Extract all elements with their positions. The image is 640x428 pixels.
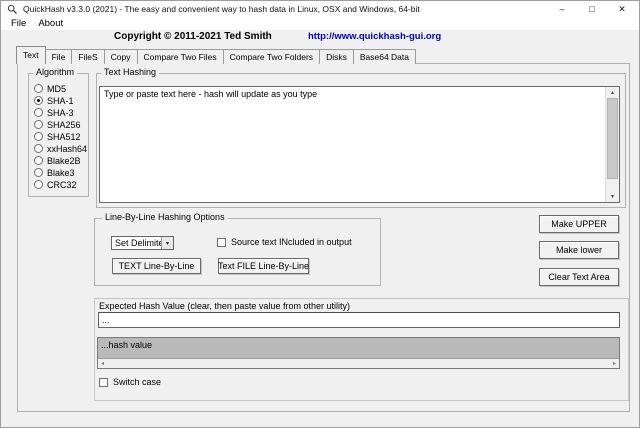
radio-icon <box>34 180 43 189</box>
website-link[interactable]: http://www.quickhash-gui.org <box>308 31 441 42</box>
expected-hash-label: Expected Hash Value (clear, then paste v… <box>99 301 350 311</box>
text-input-content: Type or paste text here - hash will upda… <box>104 89 318 99</box>
chevron-down-icon[interactable]: ▾ <box>161 237 173 249</box>
tab-compare-two-files[interactable]: Compare Two Files <box>136 49 224 64</box>
checkbox-icon <box>217 237 226 247</box>
tab-disks[interactable]: Disks <box>319 49 354 64</box>
text-file-line-by-line-button[interactable]: Text FILE Line-By-Line <box>218 258 309 274</box>
title-bar: QuickHash v3.3.0 (2021) - The easy and c… <box>1 1 639 17</box>
include-source-checkbox[interactable]: Source text INcluded in output <box>217 237 352 247</box>
radio-icon <box>34 144 43 153</box>
radio-icon <box>34 120 43 129</box>
line-by-line-groupbox <box>94 218 381 286</box>
algorithm-radio-list: MD5 SHA-1 SHA-3 SHA256 SHA512 xxHash64 B… <box>34 83 88 190</box>
tab-files[interactable]: FileS <box>71 49 105 64</box>
radio-label: MD5 <box>47 83 67 94</box>
hash-value-cell[interactable]: ...hash value <box>98 338 619 359</box>
hash-result-grid[interactable]: ...hash value ◂ ▸ <box>97 337 620 369</box>
radio-blake2b[interactable]: Blake2B <box>34 155 87 166</box>
radio-label: SHA512 <box>47 131 81 142</box>
menu-item-file[interactable]: File <box>5 17 32 30</box>
menu-item-about[interactable]: About <box>32 17 69 30</box>
switch-case-checkbox[interactable]: Switch case <box>99 377 161 387</box>
radio-crc32[interactable]: CRC32 <box>34 179 87 190</box>
radio-sha-3[interactable]: SHA-3 <box>34 107 87 118</box>
radio-sha256[interactable]: SHA256 <box>34 119 87 130</box>
make-upper-button[interactable]: Make UPPER <box>539 215 619 233</box>
copyright-text: Copyright © 2011-2021 Ted Smith <box>114 31 272 42</box>
radio-icon <box>34 156 43 165</box>
quickhash-window: QuickHash v3.3.0 (2021) - The easy and c… <box>0 0 640 428</box>
radio-sha512[interactable]: SHA512 <box>34 131 87 142</box>
scroll-down-icon[interactable]: ▾ <box>606 191 619 202</box>
tab-base64-data[interactable]: Base64 Data <box>352 49 416 64</box>
caption-buttons: – □ ✕ <box>547 1 637 17</box>
checkbox-icon <box>99 377 108 387</box>
radio-label: xxHash64 <box>47 143 88 154</box>
set-delimiter-dropdown[interactable]: Set Delimiter ▾ <box>111 236 174 250</box>
tab-compare-two-folders[interactable]: Compare Two Folders <box>222 49 321 64</box>
horizontal-scrollbar[interactable]: ◂ ▸ <box>98 359 619 368</box>
radio-label: CRC32 <box>47 179 77 190</box>
algorithm-groupbox-label: Algorithm <box>33 67 78 78</box>
radio-blake3[interactable]: Blake3 <box>34 167 87 178</box>
text-input-area[interactable]: Type or paste text here - hash will upda… <box>99 86 620 203</box>
tab-copy[interactable]: Copy <box>103 49 138 64</box>
close-icon[interactable]: ✕ <box>607 1 637 17</box>
tab-text[interactable]: Text <box>16 46 46 64</box>
radio-sha-1[interactable]: SHA-1 <box>34 95 87 106</box>
radio-icon <box>34 108 43 117</box>
expected-hash-input[interactable]: ... <box>98 312 620 328</box>
radio-xxhash64[interactable]: xxHash64 <box>34 143 88 154</box>
make-lower-button[interactable]: Make lower <box>539 241 619 259</box>
checkbox-label: Switch case <box>113 377 162 387</box>
checkbox-label: Source text INcluded in output <box>231 237 352 247</box>
tab-file[interactable]: File <box>44 49 73 64</box>
line-by-line-groupbox-label: Line-By-Line Hashing Options <box>102 212 228 223</box>
radio-icon <box>34 132 43 141</box>
tab-bar: Text File FileS Copy Compare Two Files C… <box>16 46 416 64</box>
text-line-by-line-button[interactable]: TEXT Line-By-Line <box>112 258 201 274</box>
radio-label: Blake2B <box>47 155 81 166</box>
radio-icon <box>34 168 43 177</box>
radio-label: SHA-1 <box>47 95 74 106</box>
menu-bar: File About <box>1 17 639 30</box>
scrollbar-thumb[interactable] <box>607 98 618 179</box>
scroll-right-icon[interactable]: ▸ <box>613 359 616 368</box>
window-title: QuickHash v3.3.0 (2021) - The easy and c… <box>23 4 420 14</box>
radio-label: Blake3 <box>47 167 75 178</box>
maximize-icon[interactable]: □ <box>577 1 607 17</box>
dropdown-value: Set Delimiter <box>115 238 167 248</box>
vertical-scrollbar[interactable]: ▴ ▾ <box>605 87 619 202</box>
radio-label: SHA256 <box>47 119 81 130</box>
clear-text-area-button[interactable]: Clear Text Area <box>539 268 619 286</box>
radio-icon <box>34 84 43 93</box>
scroll-left-icon[interactable]: ◂ <box>101 359 104 368</box>
minimize-icon[interactable]: – <box>547 1 577 17</box>
scroll-up-icon[interactable]: ▴ <box>606 87 619 98</box>
app-magnifier-icon <box>7 4 17 14</box>
text-hashing-groupbox-label: Text Hashing <box>101 67 160 78</box>
radio-label: SHA-3 <box>47 107 74 118</box>
radio-icon <box>34 96 43 105</box>
radio-md5[interactable]: MD5 <box>34 83 87 94</box>
